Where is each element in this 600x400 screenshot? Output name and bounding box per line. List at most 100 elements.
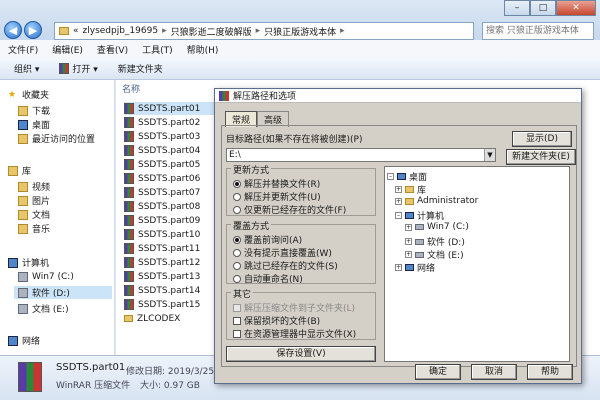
list-item[interactable]: SSDTS.part12 — [124, 256, 200, 269]
list-item[interactable]: SSDTS.part03 — [124, 130, 200, 143]
expand-icon[interactable]: + — [405, 251, 412, 258]
sidebar-item-desktop[interactable]: 桌面 — [18, 118, 50, 131]
collapse-icon[interactable]: – — [395, 212, 402, 219]
sidebar-item-videos[interactable]: 视频 — [18, 180, 50, 193]
new-folder-button[interactable]: 新建文件夹(E) — [506, 149, 576, 165]
expand-icon[interactable]: + — [395, 197, 402, 205]
check-subfolder[interactable]: 解压压缩文件到子文件夹(L) — [233, 301, 355, 314]
computer-icon — [405, 212, 414, 219]
tree-item-drive-c[interactable]: + Win7 (C:) — [405, 222, 469, 232]
collapse-icon[interactable]: – — [387, 173, 394, 180]
save-settings-button[interactable]: 保存设置(V) — [226, 346, 376, 362]
list-item[interactable]: SSDTS.part15 — [124, 298, 200, 311]
check-keep-broken[interactable]: 保留损坏的文件(B) — [233, 314, 320, 327]
address-prefix[interactable]: « — [73, 26, 79, 36]
list-item[interactable]: SSDTS.part11 — [124, 242, 200, 255]
menu-view[interactable]: 查看(V) — [97, 43, 128, 56]
computer-icon — [8, 257, 18, 268]
list-item[interactable]: SSDTS.part01 — [124, 102, 216, 115]
tree-item-drive-d[interactable]: + 软件 (D:) — [405, 235, 465, 248]
radio-skip[interactable]: 跳过已经存在的文件(S) — [233, 259, 338, 272]
menu-tools[interactable]: 工具(T) — [142, 43, 173, 56]
sidebar-network[interactable]: 网络 — [8, 334, 40, 347]
open-button[interactable]: 打开 ▾ — [59, 62, 98, 75]
list-item[interactable]: SSDTS.part06 — [124, 172, 200, 185]
tree-label: 桌面 — [409, 173, 428, 183]
tree-item-library[interactable]: + 库 — [395, 183, 426, 196]
sidebar-item-downloads[interactable]: 下载 — [18, 104, 50, 117]
file-name: SSDTS.part14 — [138, 285, 201, 296]
list-item[interactable]: SSDTS.part02 — [124, 116, 200, 129]
expand-icon[interactable]: + — [395, 264, 402, 271]
close-button[interactable]: ✕ — [556, 0, 596, 16]
expand-icon[interactable]: + — [405, 238, 412, 245]
radio-replace[interactable]: 解压并替换文件(R) — [233, 177, 320, 190]
sidebar-item-drive-e[interactable]: 文档 (E:) — [18, 302, 69, 315]
address-bar-area: – □ ✕ ◀ ▶ « zlysedpjb_19695 ▸ 只狼影逝二度破解版 ▸ … — [0, 0, 600, 40]
column-header-name[interactable]: 名称 — [122, 82, 140, 95]
user-folder-icon — [405, 197, 414, 205]
file-name: ZLCODEX — [137, 313, 181, 324]
target-path-input[interactable]: E:\ — [226, 148, 496, 162]
tree-item-network[interactable]: + 网络 — [395, 261, 435, 274]
expand-icon[interactable]: + — [395, 186, 402, 193]
list-item[interactable]: SSDTS.part13 — [124, 270, 200, 283]
tree-item-computer[interactable]: – 计算机 — [395, 209, 444, 222]
radio-icon — [233, 248, 241, 257]
new-folder-button[interactable]: 新建文件夹 — [118, 62, 163, 75]
cancel-button[interactable]: 取消 — [471, 364, 517, 380]
maximize-button[interactable]: □ — [530, 0, 556, 16]
sidebar-libraries[interactable]: 库 — [8, 164, 31, 177]
breadcrumb-item[interactable]: 只狼影逝二度破解版 — [171, 25, 252, 38]
expand-icon[interactable]: + — [405, 223, 412, 231]
minimize-button[interactable]: – — [504, 0, 530, 16]
tree-label: 库 — [417, 186, 427, 196]
breadcrumb-item[interactable]: zlysedpjb_19695 — [83, 26, 159, 36]
list-item[interactable]: SSDTS.part09 — [124, 214, 200, 227]
list-item[interactable]: SSDTS.part08 — [124, 200, 200, 213]
sidebar-computer[interactable]: 计算机 — [8, 256, 49, 269]
radio-rename[interactable]: 自动重命名(N) — [233, 272, 303, 285]
sidebar-item-drive-c[interactable]: Win7 (C:) — [18, 272, 74, 282]
radio-fresh-only[interactable]: 仅更新已经存在的文件(F) — [233, 203, 346, 216]
list-item[interactable]: ZLCODEX — [124, 312, 180, 325]
ok-button[interactable]: 确定 — [415, 364, 461, 380]
sidebar-item-drive-d[interactable]: 软件 (D:) — [14, 286, 112, 299]
file-name: SSDTS.part08 — [138, 201, 201, 212]
sidebar-item-pictures[interactable]: 图片 — [18, 194, 50, 207]
back-arrow-icon[interactable]: ◀ — [4, 21, 22, 39]
winrar-icon — [124, 299, 134, 310]
list-item[interactable]: SSDTS.part10 — [124, 228, 200, 241]
list-item[interactable]: SSDTS.part04 — [124, 144, 200, 157]
check-show-in-explorer[interactable]: 在资源管理器中显示文件(X) — [233, 327, 356, 340]
tree-item-administrator[interactable]: + Administrator — [395, 196, 478, 206]
file-name: SSDTS.part09 — [138, 215, 201, 226]
menu-edit[interactable]: 编辑(E) — [52, 43, 83, 56]
radio-update[interactable]: 解压并更新文件(U) — [233, 190, 321, 203]
winrar-icon — [124, 229, 134, 240]
winrar-icon — [124, 257, 134, 268]
tree-item-drive-e[interactable]: + 文档 (E:) — [405, 248, 464, 261]
sidebar-item-recent[interactable]: 最近访问的位置 — [18, 132, 95, 145]
list-item[interactable]: SSDTS.part14 — [124, 284, 200, 297]
sidebar-item-documents[interactable]: 文档 — [18, 208, 50, 221]
menu-file[interactable]: 文件(F) — [8, 43, 38, 56]
address-input[interactable]: « zlysedpjb_19695 ▸ 只狼影逝二度破解版 ▸ 只狼正版游戏本体 ▸ — [54, 22, 474, 40]
radio-ask[interactable]: 覆盖前询问(A) — [233, 233, 302, 246]
list-item[interactable]: SSDTS.part07 — [124, 186, 200, 199]
search-input[interactable]: 搜索 只狼正版游戏本体 — [482, 22, 594, 40]
help-button[interactable]: 帮助 — [527, 364, 573, 380]
breadcrumb-item[interactable]: 只狼正版游戏本体 — [264, 25, 336, 38]
radio-overwrite[interactable]: 没有提示直接覆盖(W) — [233, 246, 332, 259]
chevron-down-icon[interactable]: ▼ — [484, 149, 495, 161]
sidebar-favorites[interactable]: ★ 收藏夹 — [8, 88, 49, 102]
show-button[interactable]: 显示(D) — [512, 131, 572, 147]
picture-icon — [18, 195, 28, 206]
tree-item-desktop[interactable]: – 桌面 — [387, 170, 427, 183]
list-item[interactable]: SSDTS.part05 — [124, 158, 200, 171]
sidebar-item-music[interactable]: 音乐 — [18, 222, 50, 235]
folder-tree[interactable]: – 桌面 + 库 + Administrator – 计算机 + Win7 (C:) + 软… — [384, 166, 570, 362]
organize-button[interactable]: 组织 ▾ — [14, 62, 39, 75]
forward-arrow-icon[interactable]: ▶ — [24, 21, 42, 39]
menu-help[interactable]: 帮助(H) — [187, 43, 219, 56]
